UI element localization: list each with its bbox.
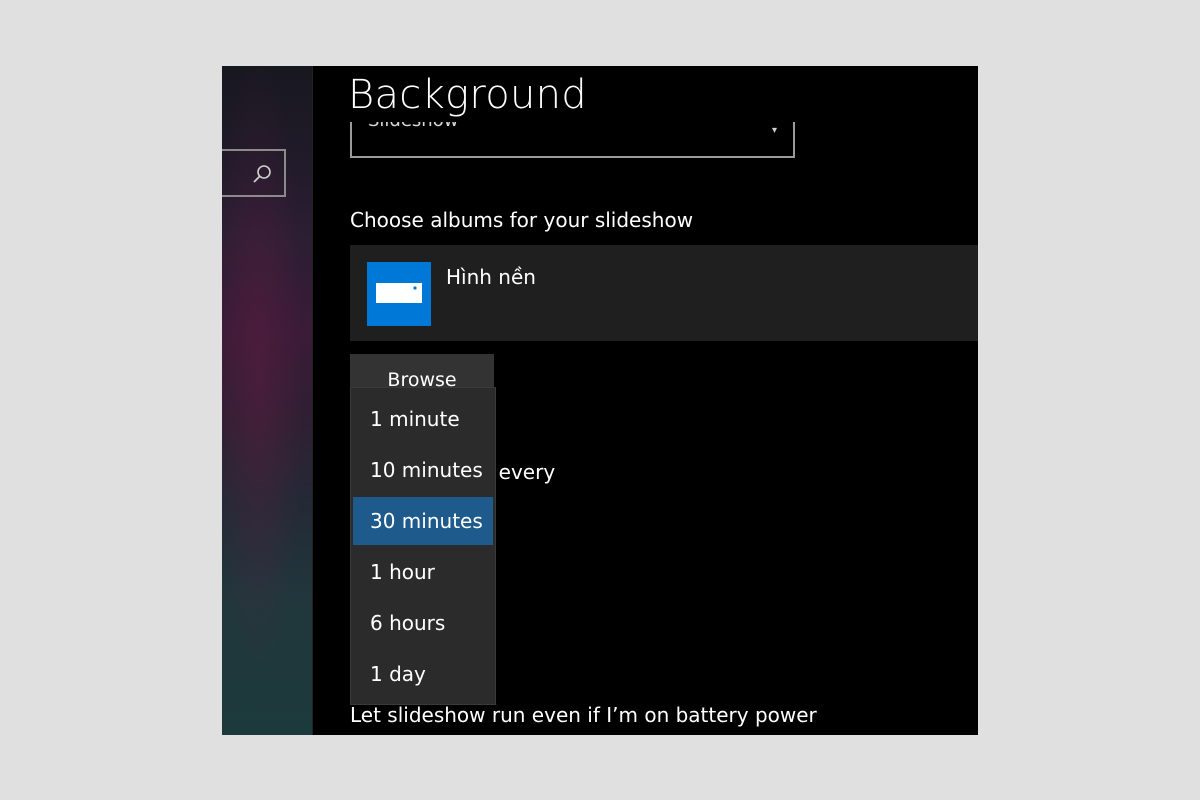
interval-dropdown-menu: 1 minute 10 minutes 30 minutes 1 hour 6 … [350, 387, 496, 705]
folder-icon [376, 283, 422, 303]
navigation-pane [222, 66, 312, 735]
albums-label: Choose albums for your slideshow [350, 208, 694, 232]
menu-item-1-day[interactable]: 1 day [353, 650, 493, 698]
chevron-down-icon: ▾ [771, 125, 777, 136]
settings-window: Background Slideshow ▾ Choose albums for… [222, 66, 978, 735]
menu-item-10-minutes[interactable]: 10 minutes [353, 446, 493, 494]
album-thumbnail [367, 262, 431, 326]
album-name: Hình nền [446, 265, 536, 289]
page-title: Background [348, 72, 587, 118]
menu-item-1-hour[interactable]: 1 hour [353, 548, 493, 596]
background-type-dropdown[interactable]: Slideshow ▾ [350, 122, 795, 158]
dropdown-selected-value: Slideshow [368, 122, 458, 132]
battery-power-label: Let slideshow run even if I’m on battery… [350, 703, 817, 727]
menu-item-6-hours[interactable]: 6 hours [353, 599, 493, 647]
menu-item-30-minutes[interactable]: 30 minutes [353, 497, 493, 545]
pane-divider [312, 66, 313, 735]
album-item[interactable]: Hình nền [350, 245, 978, 341]
search-icon[interactable] [252, 164, 272, 184]
search-input[interactable] [222, 149, 286, 197]
menu-item-1-minute[interactable]: 1 minute [353, 395, 493, 443]
